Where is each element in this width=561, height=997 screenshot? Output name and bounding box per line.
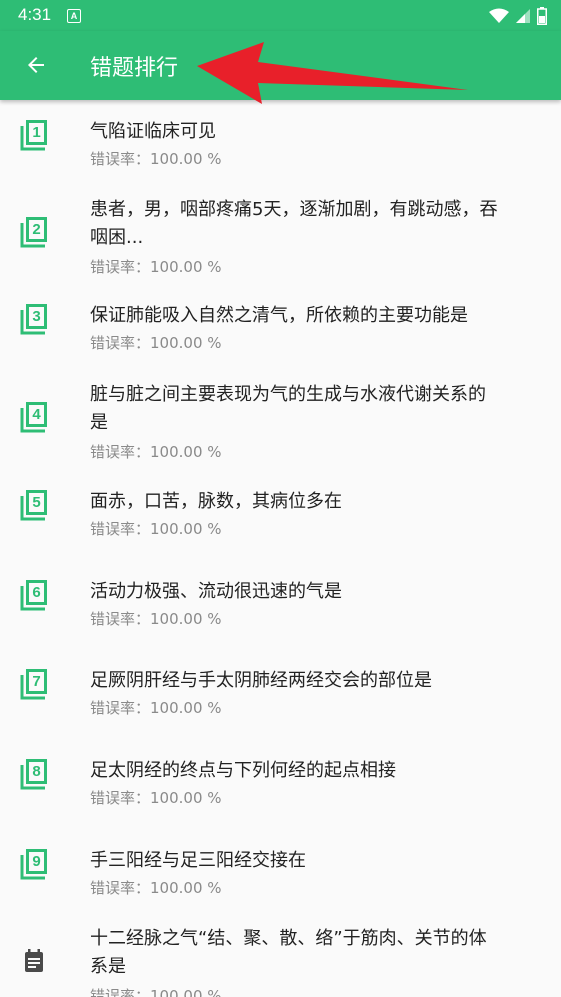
list-item[interactable]: 4 脏与脏之间主要表现为气的生成与水液代谢关系的是错误率：100.00 % bbox=[0, 381, 561, 481]
error-rate: 错误率：100.00 % bbox=[90, 518, 222, 539]
item-number: 5 bbox=[32, 494, 41, 511]
question-title: 足太阴经的终点与下列何经的起点相接 bbox=[90, 757, 540, 785]
signal-icon bbox=[516, 9, 530, 23]
error-rate-label: 错误率： bbox=[90, 789, 151, 807]
arrow-back-icon bbox=[28, 57, 44, 73]
error-rate-value: 100.00 % bbox=[150, 258, 222, 276]
app-bar: 错题排行 bbox=[0, 31, 561, 100]
error-rate-label: 错误率： bbox=[90, 150, 151, 168]
question-title: 活动力极强、流动很迅速的气是 bbox=[90, 578, 540, 606]
question-title-line: 足太阴经的终点与下列何经的起点相接 bbox=[90, 760, 396, 781]
error-rate-label: 错误率： bbox=[90, 443, 151, 461]
question-title-line: 咽困... bbox=[90, 227, 144, 248]
question-title-line: 足厥阴肝经与手太阴肺经两经交会的部位是 bbox=[90, 670, 432, 691]
question-title: 足厥阴肝经与手太阴肺经两经交会的部位是 bbox=[90, 667, 540, 695]
error-rate: 错误率：100.00 % bbox=[90, 877, 222, 898]
error-rate-value: 100.00 % bbox=[150, 789, 222, 807]
list-item[interactable]: 5 面赤，口苦，脉数，其病位多在 错误率：100.00 % bbox=[0, 488, 561, 558]
list-item[interactable]: 十二经脉之气“结、聚、散、络”于筋肉、关节的体 系是错误率：100.00 % bbox=[0, 925, 561, 997]
question-title: 脏与脏之间主要表现为气的生成与水液代谢关系的是 bbox=[90, 381, 540, 437]
item-number: 2 bbox=[32, 221, 41, 238]
list-item[interactable]: 1 气陷证临床可见 错误率：100.00 % bbox=[0, 118, 561, 188]
error-rate-label: 错误率： bbox=[90, 334, 151, 352]
error-rate-label: 错误率： bbox=[90, 699, 151, 717]
numbered-stack-icon: 2 bbox=[20, 216, 48, 248]
back-button[interactable] bbox=[14, 43, 58, 87]
page-title: 错题排行 bbox=[90, 56, 179, 81]
error-rate: 错误率：100.00 % bbox=[90, 441, 222, 462]
error-rate-value: 100.00 % bbox=[150, 987, 222, 997]
error-rate: 错误率：100.00 % bbox=[90, 697, 222, 718]
question-title: 手三阳经与足三阳经交接在 bbox=[90, 847, 540, 875]
item-number: 6 bbox=[32, 584, 41, 601]
error-rate-value: 100.00 % bbox=[150, 443, 222, 461]
numbered-stack-icon: 3 bbox=[20, 303, 48, 335]
question-title-line: 是 bbox=[90, 412, 108, 433]
numbered-stack-icon: 5 bbox=[20, 489, 48, 521]
error-rate: 错误率：100.00 % bbox=[90, 332, 222, 353]
screen: 4:31 A 错题排行 1 气陷证临床可见 错误率：100.00 % 2 患者，… bbox=[0, 0, 561, 997]
question-title: 保证肺能吸入自然之清气，所依赖的主要功能是 bbox=[90, 302, 540, 330]
numbered-stack-icon: 9 bbox=[20, 848, 48, 880]
error-rate: 错误率：100.00 % bbox=[90, 148, 222, 169]
error-rate: 错误率：100.00 % bbox=[90, 608, 222, 629]
numbered-stack-icon: 7 bbox=[20, 668, 48, 700]
notification-a-icon: A bbox=[67, 9, 81, 23]
question-title-line: 患者，男，咽部疼痛5天，逐渐加剧，有跳动感，吞 bbox=[90, 199, 498, 220]
question-title-line: 活动力极强、流动很迅速的气是 bbox=[90, 581, 342, 602]
list-item[interactable]: 7 足厥阴肝经与手太阴肺经两经交会的部位是 错误率：100.00 % bbox=[0, 667, 561, 737]
numbered-stack-icon: 4 bbox=[20, 401, 48, 433]
list-item[interactable]: 2 患者，男，咽部疼痛5天，逐渐加剧，有跳动感，吞 咽困... 错误率：100.00 … bbox=[0, 196, 561, 296]
question-title: 气陷证临床可见 bbox=[90, 118, 540, 146]
error-rate-label: 错误率： bbox=[90, 258, 151, 276]
list-item[interactable]: 6 活动力极强、流动很迅速的气是 错误率：100.00 % bbox=[0, 578, 561, 648]
error-rate-value: 100.00 % bbox=[150, 334, 222, 352]
item-number: 7 bbox=[32, 673, 41, 690]
error-rate-value: 100.00 % bbox=[150, 699, 222, 717]
error-rate-label: 错误率： bbox=[90, 520, 151, 538]
error-rate-label: 错误率： bbox=[90, 879, 151, 897]
list-item[interactable]: 9 手三阳经与足三阳经交接在 错误率：100.00 % bbox=[0, 847, 561, 917]
question-title-line: 脏与脏之间主要表现为气的生成与水液代谢关系的 bbox=[90, 384, 486, 405]
error-rate-label: 错误率： bbox=[90, 987, 151, 997]
error-rate-label: 错误率： bbox=[90, 610, 151, 628]
question-title-line: 气陷证临床可见 bbox=[90, 121, 216, 142]
question-title-line: 十二经脉之气“结、聚、散、络”于筋肉、关节的体 bbox=[90, 928, 487, 949]
status-bar: 4:31 A bbox=[0, 0, 561, 31]
numbered-stack-icon: 6 bbox=[20, 579, 48, 611]
item-number: 1 bbox=[32, 124, 41, 141]
question-title: 面赤，口苦，脉数，其病位多在 bbox=[90, 488, 540, 516]
wifi-icon bbox=[489, 8, 509, 23]
question-title-line: 保证肺能吸入自然之清气，所依赖的主要功能是 bbox=[90, 305, 468, 326]
question-title: 十二经脉之气“结、聚、散、络”于筋肉、关节的体 系是 bbox=[90, 925, 540, 981]
calendar-note-icon bbox=[20, 945, 48, 977]
error-rate: 错误率：100.00 % bbox=[90, 787, 222, 808]
error-rate: 错误率：100.00 % bbox=[90, 985, 222, 997]
question-title-line: 系是 bbox=[90, 956, 126, 977]
numbered-stack-icon: 1 bbox=[20, 119, 48, 151]
question-title: 患者，男，咽部疼痛5天，逐渐加剧，有跳动感，吞 咽困... bbox=[90, 196, 540, 252]
error-rate-value: 100.00 % bbox=[150, 150, 222, 168]
question-list: 1 气陷证临床可见 错误率：100.00 % 2 患者，男，咽部疼痛5天，逐渐加剧，有跳… bbox=[0, 100, 561, 997]
item-number: 4 bbox=[32, 406, 41, 423]
battery-icon bbox=[537, 7, 547, 25]
list-item[interactable]: 3 保证肺能吸入自然之清气，所依赖的主要功能是 错误率：100.00 % bbox=[0, 302, 561, 372]
question-title-line: 面赤，口苦，脉数，其病位多在 bbox=[90, 491, 342, 512]
error-rate-value: 100.00 % bbox=[150, 879, 222, 897]
item-number: 8 bbox=[32, 763, 41, 780]
status-icons bbox=[489, 6, 547, 26]
status-time: 4:31 bbox=[18, 5, 52, 24]
item-number: 9 bbox=[32, 853, 41, 870]
error-rate-value: 100.00 % bbox=[150, 610, 222, 628]
error-rate-value: 100.00 % bbox=[150, 520, 222, 538]
error-rate: 错误率：100.00 % bbox=[90, 256, 222, 277]
question-title-line: 手三阳经与足三阳经交接在 bbox=[90, 850, 306, 871]
item-number: 3 bbox=[32, 308, 41, 325]
list-item[interactable]: 8 足太阴经的终点与下列何经的起点相接 错误率：100.00 % bbox=[0, 757, 561, 827]
numbered-stack-icon: 8 bbox=[20, 758, 48, 790]
